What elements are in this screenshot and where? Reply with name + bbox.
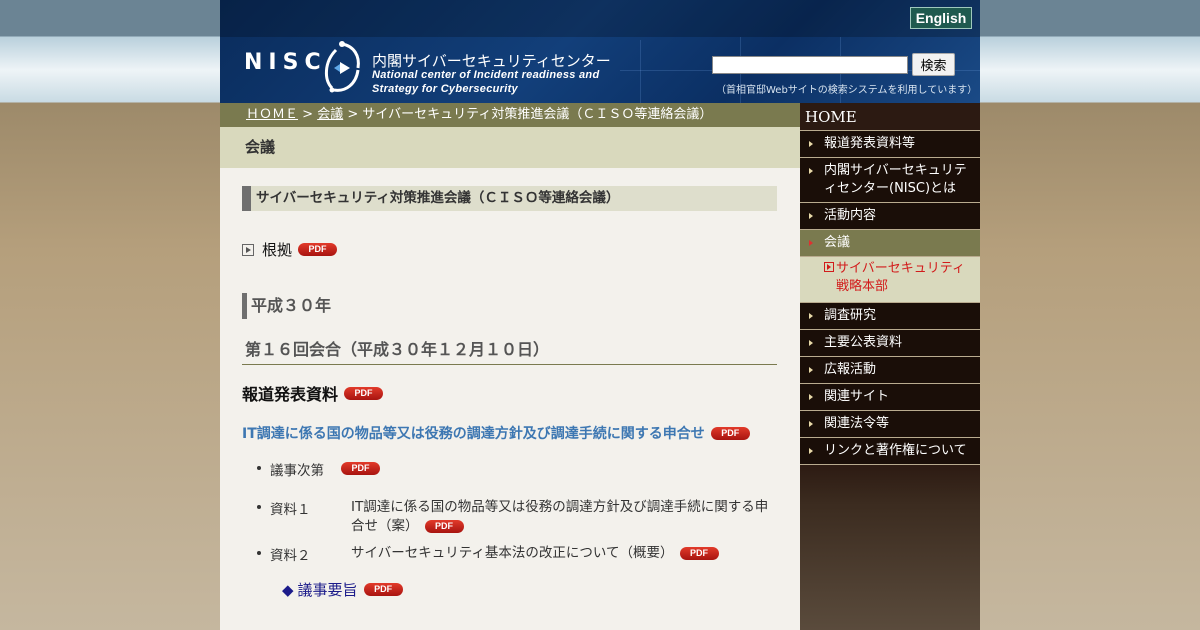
pdf-icon[interactable]: PDF [679, 546, 719, 560]
diamond-icon: ◆ [282, 580, 294, 599]
page: English NISC 内閣サイバーセキュリティセンター National c… [220, 0, 980, 630]
breadcrumb: ＨＯＭＥ > 会議 > サイバーセキュリティ対策推進会議（ＣＩＳＯ等連絡会議） [220, 103, 800, 127]
sidebar-item-research[interactable]: 調査研究 [800, 303, 980, 330]
nisc-logo[interactable]: NISC 内閣サイバーセキュリティセンター National center of… [244, 40, 624, 100]
pdf-icon[interactable]: PDF [363, 583, 403, 596]
header-top-band [220, 0, 980, 37]
list-item: 資料２ サイバーセキュリティ基本法の改正について（概要） PDF [257, 544, 777, 564]
english-button[interactable]: English [910, 7, 972, 29]
expand-square-icon [824, 262, 834, 272]
header-decor-line [640, 40, 641, 103]
sidebar-subitem-strategy-hq[interactable]: サイバーセキュリティ戦略本部 [800, 257, 980, 303]
document-label: 議事次第 [270, 463, 324, 479]
pdf-icon[interactable]: PDF [710, 426, 750, 440]
breadcrumb-meetings-link[interactable]: 会議 [317, 107, 343, 122]
document-label: 資料２ [270, 548, 311, 564]
sidebar-item-publications[interactable]: 主要公表資料 [800, 330, 980, 357]
year-heading: 平成３０年 [242, 293, 777, 319]
pdf-icon[interactable]: PDF [298, 243, 338, 256]
logo-english-name-line1: National center of Incident readiness an… [372, 69, 600, 81]
sidebar-item-pr[interactable]: 広報活動 [800, 357, 980, 384]
logo-english-name-line2: Strategy for Cybersecurity [372, 83, 518, 95]
search-note: （首相官邸Webサイトの検索システムを利用しています） [716, 85, 978, 96]
sidebar-nav: HOME 報道発表資料等 内閣サイバーセキュリティセンター(NISC)とは 活動… [800, 103, 980, 630]
list-item: 資料１ IT調達に係る国の物品等又は役務の調達方針及び調達手続に関する申合せ（案… [257, 498, 777, 536]
document-text: PDF [341, 459, 771, 479]
sidebar-subitem-label: サイバーセキュリティ戦略本部 [836, 261, 965, 294]
sidebar-item-meetings[interactable]: 会議 [800, 230, 980, 257]
sidebar-item-about[interactable]: 内閣サイバーセキュリティセンター(NISC)とは [800, 158, 980, 203]
decision-title: IT調達に係る国の物品等又は役務の調達方針及び調達手続に関する申合せ PDF [242, 423, 777, 443]
konkyo-row: 根拠 PDF [242, 239, 777, 260]
logo-emblem-icon [325, 41, 360, 93]
main-content: ＨＯＭＥ > 会議 > サイバーセキュリティ対策推進会議（ＣＩＳＯ等連絡会議） … [220, 103, 800, 630]
sidebar-home-link[interactable]: HOME [800, 103, 980, 131]
minutes-row: ◆ 議事要旨 PDF [282, 579, 777, 600]
page-heading: サイバーセキュリティ対策推進会議（ＣＩＳＯ等連絡会議） [242, 186, 777, 211]
list-item: 議事次第 PDF [257, 459, 777, 479]
sidebar-item-press[interactable]: 報道発表資料等 [800, 131, 980, 158]
press-release-label: 報道発表資料 [242, 385, 339, 404]
pdf-icon[interactable]: PDF [344, 386, 384, 400]
site-header: English NISC 内閣サイバーセキュリティセンター National c… [220, 0, 980, 103]
logo-nisc-text: NISC [244, 50, 327, 75]
document-text: IT調達に係る国の物品等又は役務の調達方針及び調達手続に関する申合せ（案） PDF [351, 498, 771, 536]
press-release-heading: 報道発表資料 PDF [242, 381, 777, 405]
document-link[interactable]: IT調達に係る国の物品等又は役務の調達方針及び調達手続に関する申合せ（案） [351, 499, 768, 534]
document-text: サイバーセキュリティ基本法の改正について（概要） PDF [351, 544, 771, 564]
logo-japanese-name: 内閣サイバーセキュリティセンター [372, 52, 611, 70]
decision-title-link[interactable]: IT調達に係る国の物品等又は役務の調達方針及び調達手続に関する申合せ [242, 423, 705, 443]
document-label: 資料１ [270, 502, 311, 518]
sidebar-item-activities[interactable]: 活動内容 [800, 203, 980, 230]
meeting-heading: 第１６回会合（平成３０年１２月１０日） [242, 336, 777, 365]
sidebar-item-links-copyright[interactable]: リンクと著作権について [800, 438, 980, 465]
pdf-icon[interactable]: PDF [424, 519, 464, 533]
sidebar-item-laws[interactable]: 関連法令等 [800, 411, 980, 438]
search-button[interactable]: 検索 [912, 53, 955, 76]
breadcrumb-separator: > [298, 107, 318, 122]
expand-triangle-icon [242, 243, 254, 256]
section-title: 会議 [220, 127, 800, 168]
document-list: 議事次第 PDF 資料１ IT調達に係る国の物品等又は役務の調達方針及び調達手続… [242, 459, 777, 564]
breadcrumb-separator: > [343, 107, 363, 122]
konkyo-link[interactable]: 根拠 [262, 239, 292, 260]
search-input[interactable] [712, 56, 908, 74]
breadcrumb-home-link[interactable]: ＨＯＭＥ [246, 107, 298, 122]
pdf-icon[interactable]: PDF [341, 461, 380, 475]
content-body: サイバーセキュリティ対策推進会議（ＣＩＳＯ等連絡会議） 根拠 PDF 平成３０年… [220, 168, 800, 600]
sidebar-item-related-sites[interactable]: 関連サイト [800, 384, 980, 411]
minutes-link[interactable]: 議事要旨 [298, 579, 358, 600]
document-link[interactable]: サイバーセキュリティ基本法の改正について（概要） [351, 545, 674, 561]
breadcrumb-current: サイバーセキュリティ対策推進会議（ＣＩＳＯ等連絡会議） [362, 107, 713, 122]
